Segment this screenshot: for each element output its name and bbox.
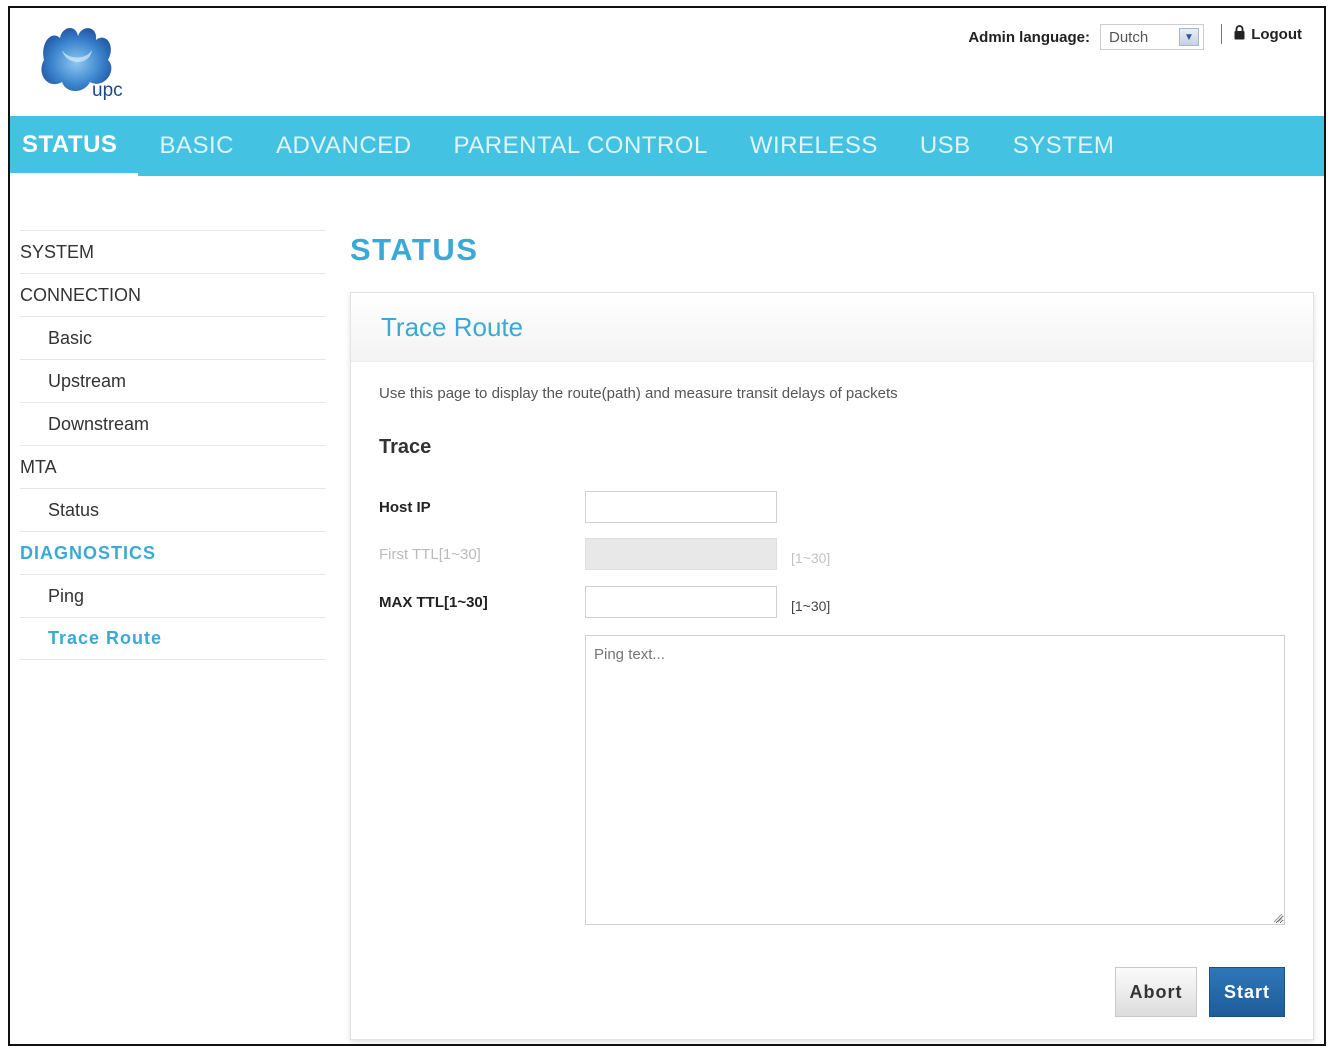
logo-text: upc: [92, 80, 123, 101]
nav-item-parental-control[interactable]: PARENTAL CONTROL: [433, 116, 729, 176]
trace-route-panel: Trace Route Use this page to display the…: [350, 292, 1314, 1040]
start-button[interactable]: Start: [1209, 967, 1285, 1017]
logout-link[interactable]: Logout: [1221, 24, 1302, 44]
panel-title: Trace Route: [351, 293, 1313, 362]
nav-item-system[interactable]: SYSTEM: [992, 116, 1136, 176]
sidebar: SYSTEM CONNECTION Basic Upstream Downstr…: [20, 230, 326, 660]
chevron-down-icon[interactable]: ▼: [1179, 28, 1199, 46]
sidebar-item-mta[interactable]: MTA: [20, 445, 326, 488]
nav-item-status[interactable]: STATUS: [10, 116, 139, 176]
ping-text-area[interactable]: [585, 635, 1285, 925]
max-ttl-hint: [1~30]: [791, 598, 831, 614]
nav-item-wireless[interactable]: WIRELESS: [729, 116, 899, 176]
sidebar-item-connection[interactable]: CONNECTION: [20, 273, 326, 316]
header: upc Admin language: Dutch ▼ Logout: [10, 8, 1324, 116]
sidebar-item-upstream[interactable]: Upstream: [20, 359, 326, 402]
sidebar-item-trace-route[interactable]: Trace Route: [20, 617, 326, 660]
sidebar-item-mta-status[interactable]: Status: [20, 488, 326, 531]
sidebar-item-system[interactable]: SYSTEM: [20, 230, 326, 273]
logout-label: Logout: [1251, 25, 1302, 43]
admin-language-select[interactable]: Dutch ▼: [1100, 24, 1204, 50]
host-ip-input[interactable]: [585, 491, 777, 523]
admin-language-value: Dutch: [1109, 28, 1149, 46]
max-ttl-label: MAX TTL[1~30]: [379, 594, 488, 611]
page-title: STATUS: [350, 232, 479, 267]
nav-item-advanced[interactable]: ADVANCED: [255, 116, 433, 176]
sidebar-item-ping[interactable]: Ping: [20, 574, 326, 617]
resize-grip-icon[interactable]: [1271, 911, 1283, 923]
first-ttl-hint: [1~30]: [791, 550, 831, 566]
main-nav: STATUS BASIC ADVANCED PARENTAL CONTROL W…: [10, 116, 1324, 176]
divider: [1221, 24, 1223, 44]
nav-item-usb[interactable]: USB: [899, 116, 992, 176]
first-ttl-input: [585, 538, 777, 570]
page-description: Use this page to display the route(path)…: [379, 385, 898, 402]
lock-icon: [1234, 24, 1245, 44]
sidebar-item-downstream[interactable]: Downstream: [20, 402, 326, 445]
section-heading: Trace: [379, 436, 432, 458]
sidebar-item-basic[interactable]: Basic: [20, 316, 326, 359]
nav-item-basic[interactable]: BASIC: [138, 116, 255, 176]
sidebar-item-diagnostics[interactable]: DIAGNOSTICS: [20, 531, 326, 574]
admin-language: Admin language: Dutch ▼: [968, 24, 1204, 50]
max-ttl-input[interactable]: [585, 586, 777, 618]
admin-language-label: Admin language:: [968, 28, 1090, 46]
browser-frame: upc Admin language: Dutch ▼ Logout STATU…: [8, 6, 1326, 1046]
abort-button[interactable]: Abort: [1115, 967, 1197, 1017]
first-ttl-label: First TTL[1~30]: [379, 546, 481, 563]
host-ip-label: Host IP: [379, 499, 431, 516]
